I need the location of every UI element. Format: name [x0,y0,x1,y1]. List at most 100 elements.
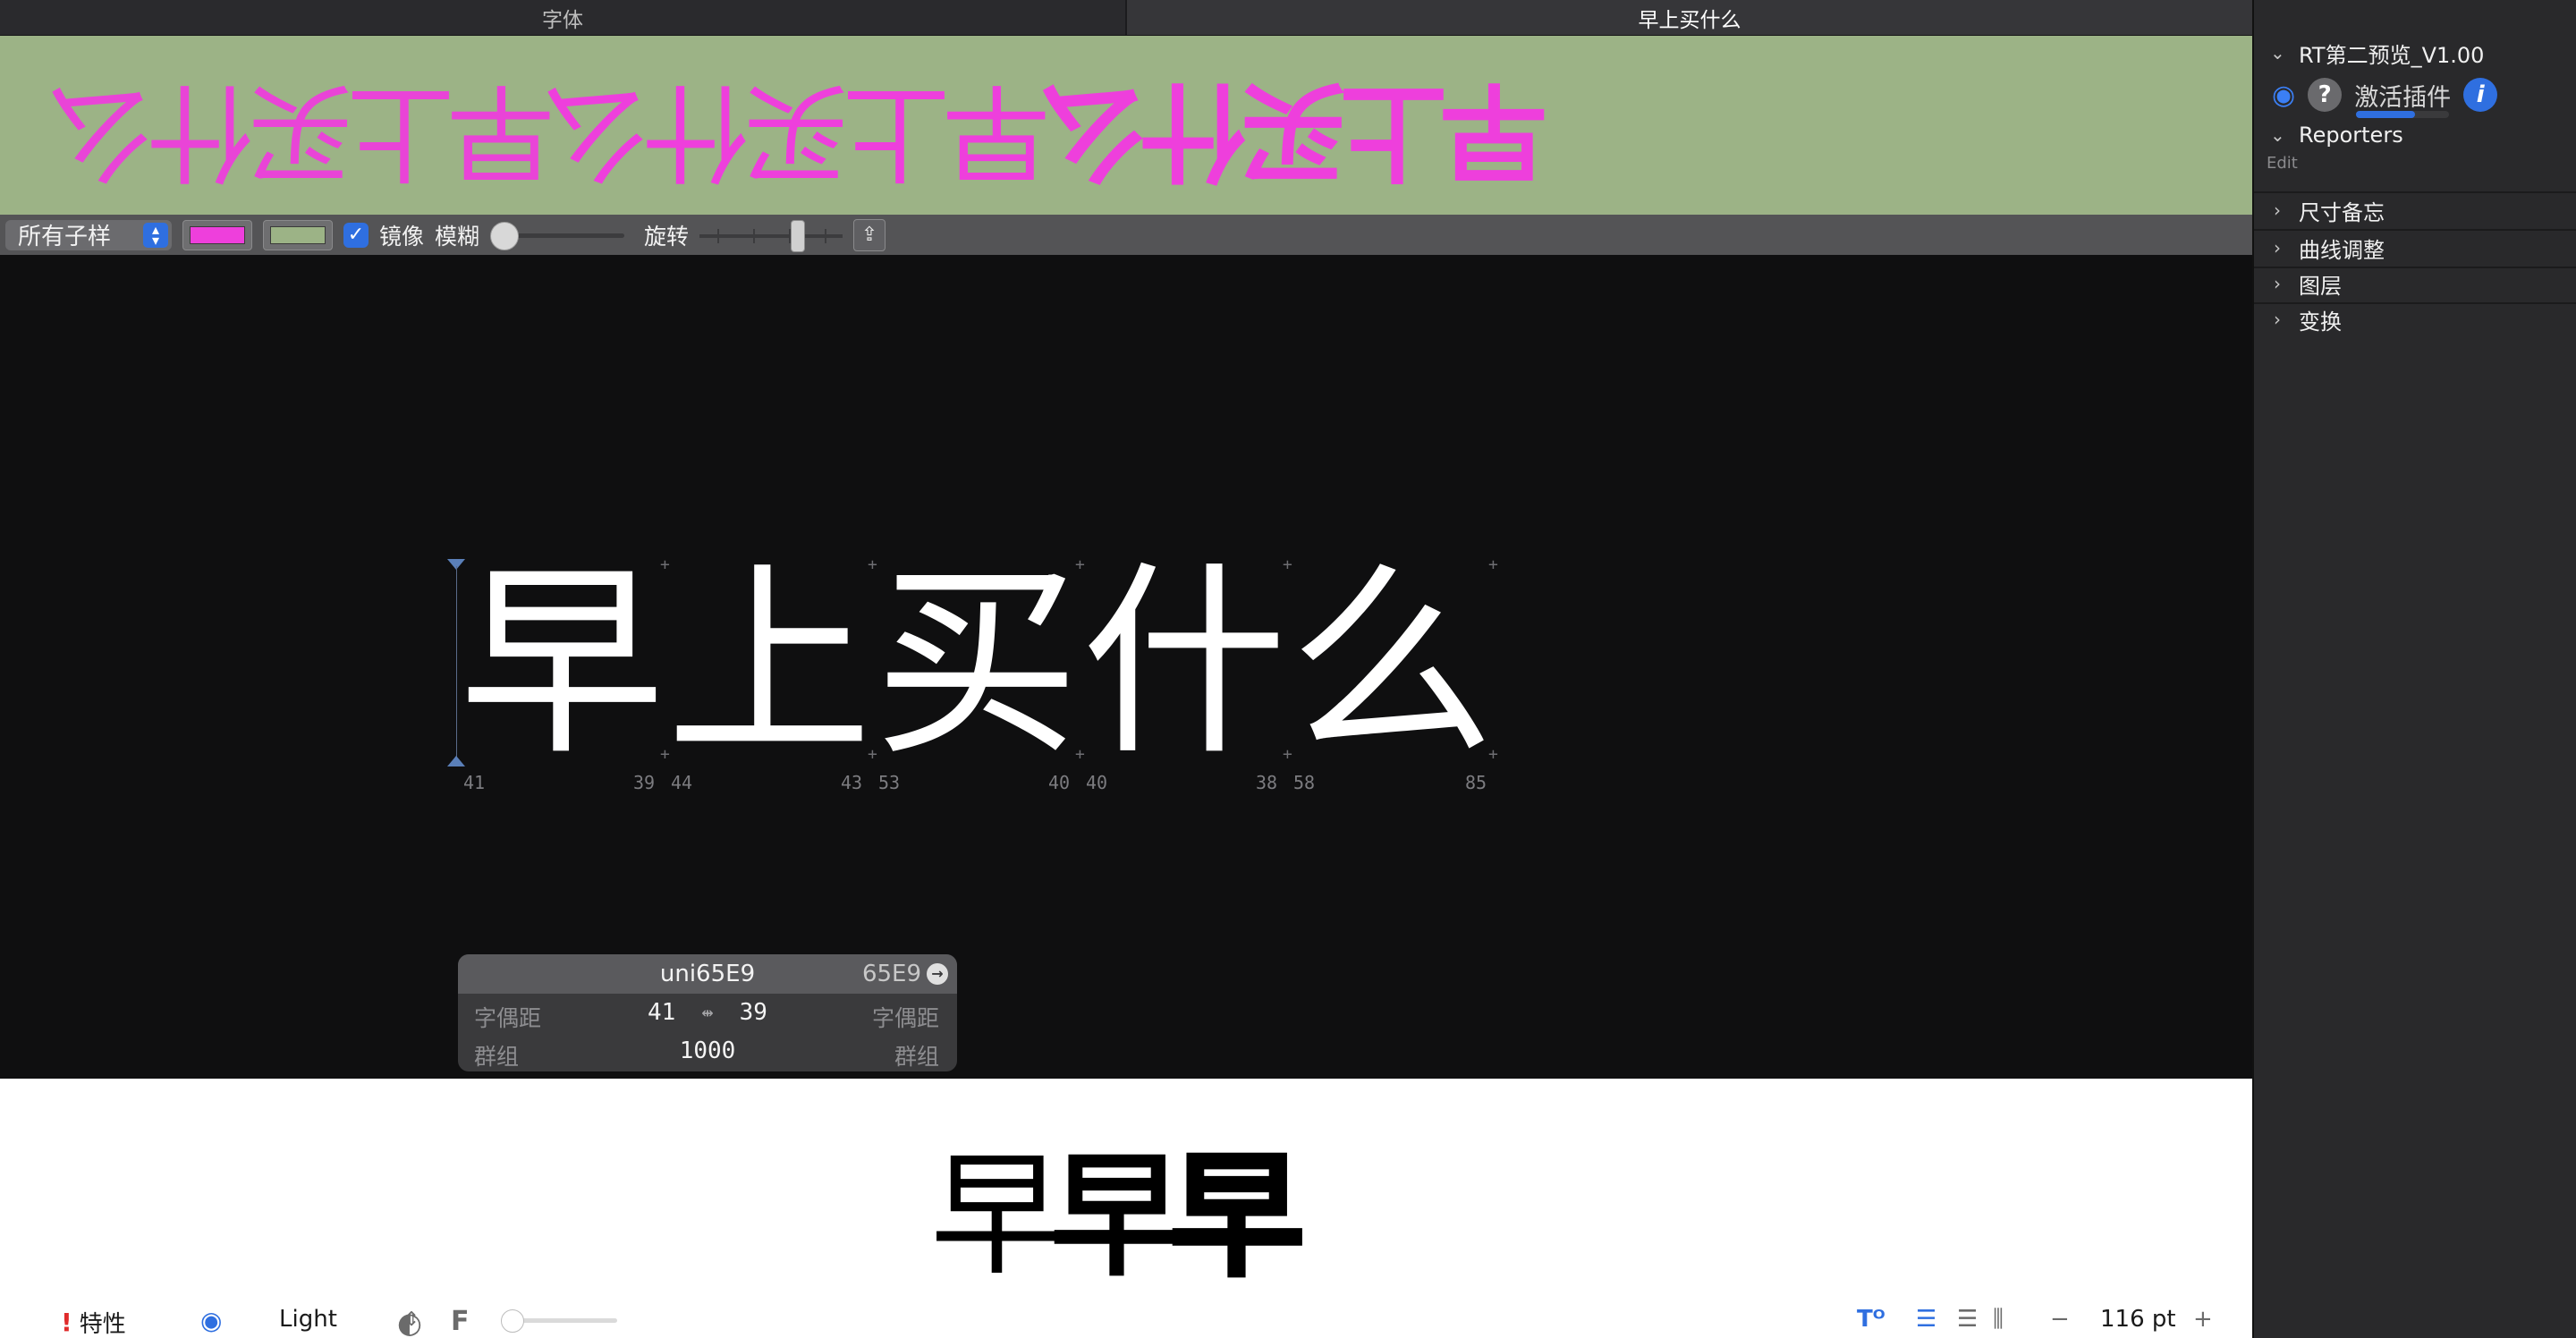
left-sidebearing: 53 [878,772,901,793]
link-metrics-icon[interactable]: ⇹ [690,1002,725,1024]
font-size-field[interactable]: 116 pt [2100,1306,2176,1333]
glyph-boundary-mark: + [868,745,877,764]
minus-icon: − [2050,1306,2070,1333]
sidebar-item-label: 图层 [2299,273,2342,299]
instance-select-value: Light [279,1306,337,1333]
background-color-well[interactable] [263,219,333,250]
help-icon[interactable]: ? [2308,78,2343,112]
rotate-slider[interactable] [699,219,843,252]
preview-size-slider[interactable] [501,1309,617,1333]
bottom-toolbar: ! 特性 ◉ Light ⇕ ◐ F Tᴼ ☰ ☰ ⫼ − 116 pt + [0,1302,2252,1338]
plugin-section-header[interactable]: ⌄ RT第二预览_V1.00 [2254,36,2576,70]
preview-glyph: 早 [1440,68,1547,194]
right-group-label[interactable]: 群组 [894,1039,939,1071]
reporters-section-header[interactable]: ⌄ Reporters [2254,118,2576,152]
preview-size-knob[interactable] [501,1309,524,1333]
rotate-tick [753,228,756,243]
right-sidebar: ⌄ RT第二预览_V1.00 ◉ ? 激活插件 i ⌄ Reporters Ed… [2252,0,2576,1338]
info-icon[interactable]: i [2463,78,2498,112]
glyph-boundary-mark: + [1075,745,1085,764]
glyph: 么 [1288,545,1495,783]
sidebar-item-transform[interactable]: › 变换 [2254,302,2576,336]
glyph-boundary-mark: + [1488,555,1498,574]
align-left-button[interactable]: ☰ [1916,1306,1936,1333]
mirror-checkbox[interactable]: ✓ [343,222,369,248]
rotate-slider-track [699,233,843,238]
preview-glyph: 么 [1039,68,1147,194]
right-sidebearing-value[interactable]: 39 [740,999,767,1026]
preview-glyph: 买 [742,69,850,193]
features-label: 特性 [79,1311,126,1338]
glyph-cell[interactable]: 上 [665,559,873,770]
glyph-boundary-mark: + [1488,745,1498,764]
color-mode-toggle[interactable]: ◐ [397,1306,422,1338]
glyph-cell[interactable]: 买 [873,559,1080,770]
chevron-right-icon: › [2274,237,2281,258]
activate-plugin-label: 激活插件 [2354,83,2452,112]
sample-row: 早 早 早 [930,1138,1306,1295]
subfamily-select[interactable]: 所有子样 ▴ ▾ [5,219,172,250]
blur-slider[interactable] [490,220,625,250]
glyph-width-value[interactable]: 1000 [458,1037,957,1064]
align-right-button[interactable]: ☰ [1957,1306,1978,1333]
sample-glyph-regular: 早 [1050,1138,1185,1295]
tab-edit-text[interactable]: 早上买什么 [1125,0,2252,35]
glyph-cell[interactable]: 什 [1080,559,1288,770]
preview-toggle[interactable]: ◉ [200,1306,222,1335]
activation-progress [2356,110,2450,118]
text-options-icon: Tᴼ [1857,1306,1885,1333]
share-button[interactable]: ⇪ [853,218,886,251]
eye-icon: ◉ [200,1306,223,1335]
blur-label: 模糊 [435,223,480,250]
foreground-color-well[interactable] [182,219,252,250]
background-swatch [270,225,326,244]
right-kerning-group-label[interactable]: 字偶距 [872,1001,939,1033]
zoom-in-button[interactable]: + [2193,1306,2213,1333]
preview-glyph: 上 [843,69,950,193]
zoom-out-button[interactable]: − [2050,1306,2070,1333]
rotate-slider-knob[interactable] [791,219,806,252]
tab-bar: 字体 早上买什么 [0,0,2252,36]
left-sidebearing: 41 [463,772,486,793]
edit-canvas[interactable]: 早 上 买 什 么 + + + + + + + + + + 41 39 44 4… [0,255,2252,1079]
rotate-tick [717,228,720,243]
preview-glyph: 买 [247,69,354,193]
sidebar-item-layers[interactable]: › 图层 [2254,267,2576,301]
sample-glyph-bold: 早 [1168,1138,1306,1295]
arrow-right-circle-icon[interactable]: → [927,963,948,985]
chevron-down-icon: ⌄ [2270,124,2285,146]
blur-slider-knob[interactable] [490,221,520,250]
share-icon: ⇪ [860,224,878,246]
right-sidebearing: 40 [1048,772,1071,793]
chevron-right-icon: › [2274,273,2281,294]
glyph-cell[interactable]: 么 [1288,559,1496,770]
font-f-icon: F [451,1306,470,1337]
align-right-icon: ☰ [1957,1306,1979,1333]
chevron-right-icon: › [2274,199,2281,221]
preview-glyph: 什 [147,69,254,193]
sidebar-item-curve-adjust[interactable]: › 曲线调整 [2254,231,2576,265]
activate-plugin-button[interactable]: 激活插件 [2354,78,2452,118]
mirror-label: 镜像 [379,223,425,250]
sidebar-item-size-memo[interactable]: › 尺寸备忘 [2254,193,2576,227]
preview-glyph: 上 [1340,68,1447,194]
unicode-text[interactable]: 65E9 [862,961,921,987]
preview-panel: 早 上 买 什 么 早 上 买 什 么 早 上 买 什 么 [0,36,2252,215]
group-row: 群组 1000 群组 [458,1032,957,1071]
left-sidebearing: 44 [671,772,693,793]
glyph-cell[interactable]: 早 [458,559,665,770]
warning-icon: ! [61,1308,72,1337]
chevron-updown-icon: ▴ ▾ [143,222,168,248]
features-button[interactable]: ! 特性 [61,1306,126,1338]
tab-font[interactable]: 字体 [0,0,1125,35]
font-toggle[interactable]: F [451,1306,470,1337]
preview-glyph: 么 [47,69,154,193]
vertical-layout-icon: ⫼ [1993,1306,2004,1333]
eye-icon[interactable]: ◉ [2272,80,2295,111]
glyph-boundary-mark: + [1283,745,1292,764]
preview-glyph: 什 [642,69,750,193]
vertical-layout-button[interactable]: ⫼ [1993,1306,2004,1334]
left-sidebearing-value[interactable]: 41 [648,999,675,1026]
text-options-button[interactable]: Tᴼ [1857,1306,1885,1333]
activation-progress-fill [2356,110,2416,118]
